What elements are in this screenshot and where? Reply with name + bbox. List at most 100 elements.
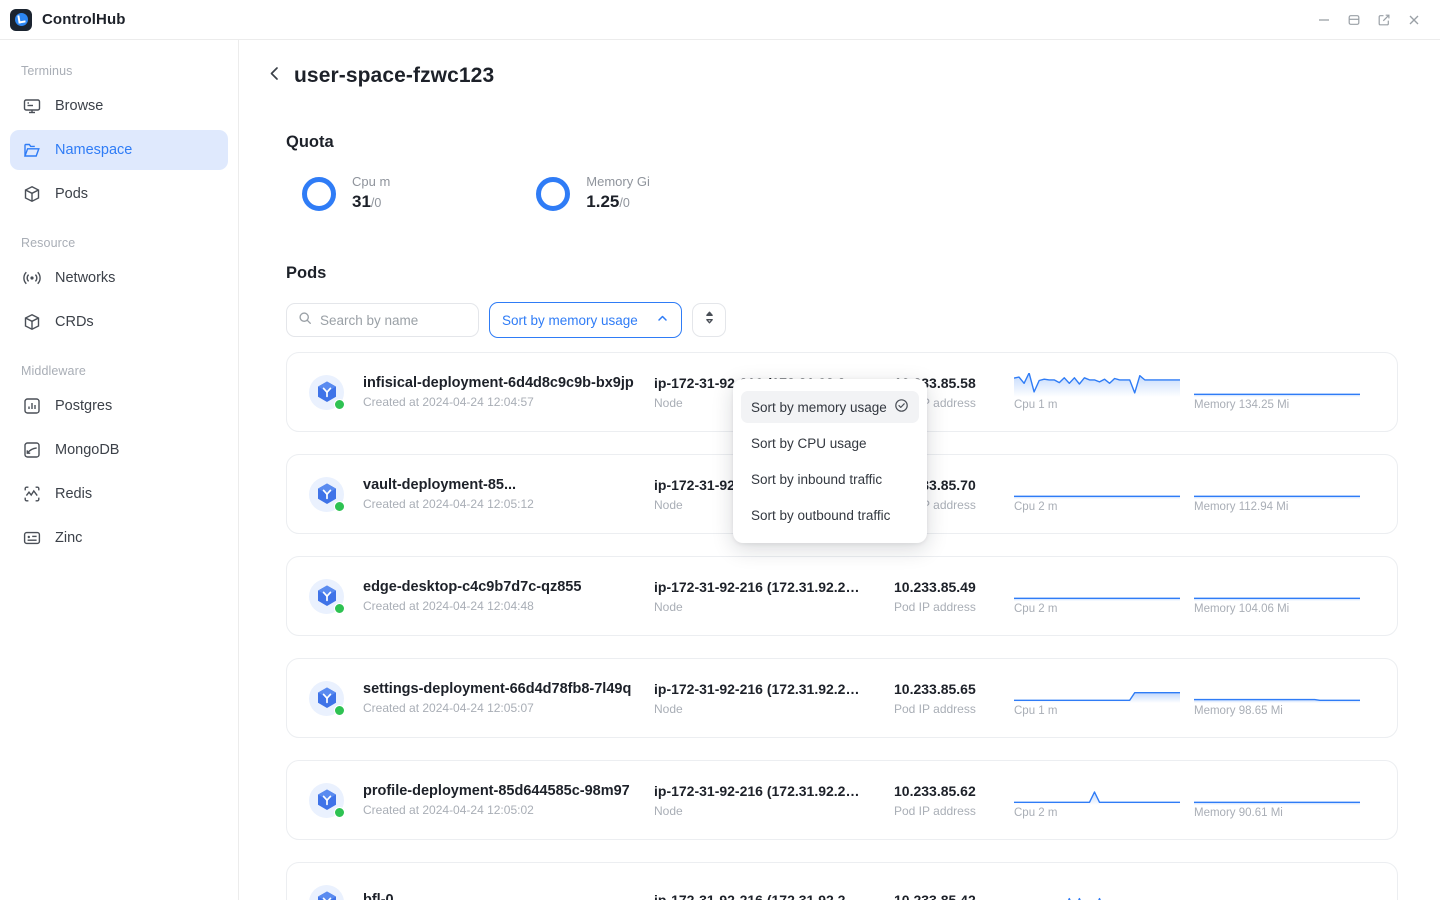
status-dot-icon	[334, 398, 345, 410]
memory-metric-label: Memory 104.06 Mi	[1194, 603, 1290, 615]
quota-item-memory: Memory Gi 1.25/0	[536, 174, 650, 214]
pod-node-cell: ip-172-31-92-216 (172.31.92.2… Node	[654, 579, 894, 614]
pod-row[interactable]: bfl-0 ip-172-31-92-216 (172.31.92.2… 10.23…	[286, 862, 1398, 900]
status-dot-icon	[334, 704, 345, 716]
close-icon[interactable]	[1406, 12, 1422, 28]
sidebar-group-label: Terminus	[21, 64, 73, 78]
sidebar-item-label: Namespace	[55, 142, 133, 158]
pod-hexagon-icon	[309, 884, 344, 900]
status-dot-icon	[334, 806, 345, 818]
pod-name-cell: settings-deployment-66d4d78fb8-7l49q Crea…	[344, 681, 654, 715]
search-icon	[298, 311, 312, 330]
pod-hexagon-icon	[309, 374, 345, 410]
sort-option-cpu-usage[interactable]: Sort by CPU usage	[741, 427, 919, 459]
pod-row[interactable]: edge-desktop-c4c9b7d7c-qz855 Created at 2…	[286, 556, 1398, 636]
sidebar-item-zinc[interactable]: Zinc	[10, 518, 228, 558]
sort-option-outbound-traffic[interactable]: Sort by outbound traffic	[741, 499, 919, 531]
cpu-sparkline-chart	[1014, 373, 1194, 397]
memory-sparkline-chart	[1194, 577, 1374, 601]
quota-ring-icon	[536, 177, 571, 211]
sidebar-item-redis[interactable]: Redis	[10, 474, 228, 514]
minimize-icon[interactable]	[1316, 12, 1332, 28]
pod-node-value: ip-172-31-92-216 (172.31.92.2…	[654, 680, 860, 697]
sort-order-button[interactable]	[692, 303, 726, 337]
memory-metric-label: Memory 112.94 Mi	[1194, 501, 1289, 513]
pod-created-at: Created at 2024-04-24 12:05:02	[363, 803, 534, 817]
sidebar-item-pods[interactable]: Pods	[10, 174, 228, 214]
cpu-metric-label: Cpu 1 m	[1014, 399, 1058, 411]
pod-name: bfl-0	[363, 892, 394, 900]
memory-sparkline-chart	[1194, 781, 1374, 805]
pod-cpu-metric: Cpu 2 m	[1014, 781, 1194, 819]
pod-ip-label: Pod IP address	[894, 701, 976, 716]
memory-metric-label: Memory 90.61 Mi	[1194, 807, 1283, 819]
page-title: user-space-fzwc123	[294, 64, 495, 87]
pod-row[interactable]: settings-deployment-66d4d78fb8-7l49q Crea…	[286, 658, 1398, 738]
pod-node-value: ip-172-31-92-216 (172.31.92.2…	[654, 782, 860, 799]
pod-memory-metric: Memory 104.06 Mi	[1194, 577, 1374, 615]
chevron-left-icon[interactable]	[267, 65, 282, 87]
sidebar-item-postgres[interactable]: Postgres	[10, 386, 228, 426]
maximize-icon[interactable]	[1346, 12, 1362, 28]
sidebar-group-label: Middleware	[21, 364, 86, 378]
quota-label: Memory Gi	[586, 174, 650, 189]
quota-ring-icon	[302, 177, 336, 211]
pod-created-at: Created at 2024-04-24 12:04:48	[363, 599, 534, 613]
sort-dropdown-menu[interactable]: Sort by memory usage Sort by CPU usage S…	[733, 379, 927, 543]
sidebar-item-label: Postgres	[55, 398, 113, 414]
pod-node-cell: ip-172-31-92-216 (172.31.92.2…	[654, 892, 894, 900]
sidebar-item-networks[interactable]: Networks	[10, 258, 228, 298]
sort-option-label: Sort by outbound traffic	[751, 507, 891, 523]
pod-hexagon-icon	[309, 578, 345, 614]
sort-select[interactable]: Sort by memory usage	[489, 302, 682, 338]
sidebar-item-label: Zinc	[55, 530, 83, 546]
pod-memory-metric: Memory 98.65 Mi	[1194, 679, 1374, 717]
sidebar-item-namespace[interactable]: Namespace	[10, 130, 228, 170]
package-icon	[22, 312, 42, 332]
cpu-sparkline-chart	[1014, 577, 1194, 601]
pod-node-value: ip-172-31-92-216 (172.31.92.2…	[654, 578, 860, 595]
sort-option-label: Sort by CPU usage	[751, 435, 867, 451]
search-input[interactable]	[320, 312, 467, 328]
pod-hexagon-icon	[309, 476, 345, 512]
pod-name: profile-deployment-85d644585c-98m97	[363, 783, 630, 799]
pod-name-cell: infisical-deployment-6d4d8c9c9b-bx9jp Cre…	[344, 375, 654, 409]
cpu-sparkline-chart	[1014, 781, 1194, 805]
sidebar-item-label: Networks	[55, 270, 116, 286]
memory-metric-label: Memory 98.65 Mi	[1194, 705, 1283, 717]
sidebar-item-browse[interactable]: Browse	[10, 86, 228, 126]
pod-memory-metric	[1194, 889, 1374, 900]
pods-toolbar: Sort by memory usage	[239, 302, 1440, 338]
sort-option-label: Sort by memory usage	[751, 399, 887, 415]
broadcast-icon	[22, 268, 42, 288]
sort-option-memory-usage[interactable]: Sort by memory usage	[741, 391, 919, 423]
quota-value: 1.25/0	[586, 192, 630, 211]
pod-name-cell: profile-deployment-85d644585c-98m97 Creat…	[344, 783, 654, 817]
sort-select-value: Sort by memory usage	[502, 312, 638, 328]
memory-sparkline-chart	[1194, 373, 1374, 397]
pod-memory-metric: Memory 90.61 Mi	[1194, 781, 1374, 819]
pod-ip-cell: 10.233.85.62 Pod IP address	[894, 783, 1014, 818]
sort-option-label: Sort by inbound traffic	[751, 471, 883, 487]
memory-sparkline-chart	[1194, 679, 1374, 703]
pod-node-value: ip-172-31-92-216 (172.31.92.2…	[654, 891, 860, 900]
box-icon	[22, 184, 42, 204]
external-link-icon[interactable]	[1376, 12, 1392, 28]
sidebar-item-mongodb[interactable]: MongoDB	[10, 430, 228, 470]
check-circle-icon	[894, 398, 909, 416]
pod-ip-value: 10.233.85.42	[894, 891, 976, 900]
pod-node-label: Node	[654, 701, 683, 716]
pod-ip-cell: 10.233.85.42	[894, 892, 1014, 900]
quota-label: Cpu m	[352, 174, 391, 189]
pod-row[interactable]: profile-deployment-85d644585c-98m97 Creat…	[286, 760, 1398, 840]
sidebar: Terminus Browse Namespace Pods Resource	[0, 40, 239, 900]
sidebar-item-crds[interactable]: CRDs	[10, 302, 228, 342]
sidebar-group-label: Resource	[21, 236, 76, 250]
bar-chart-icon	[22, 396, 42, 416]
sort-option-inbound-traffic[interactable]: Sort by inbound traffic	[741, 463, 919, 495]
sidebar-item-label: MongoDB	[55, 442, 120, 458]
main-content: user-space-fzwc123 Quota Cpu m 31/0 Memo…	[239, 40, 1440, 900]
search-input-wrapper[interactable]	[286, 303, 479, 337]
controlhub-logo-icon	[10, 8, 32, 31]
leaf-box-icon	[22, 440, 42, 460]
